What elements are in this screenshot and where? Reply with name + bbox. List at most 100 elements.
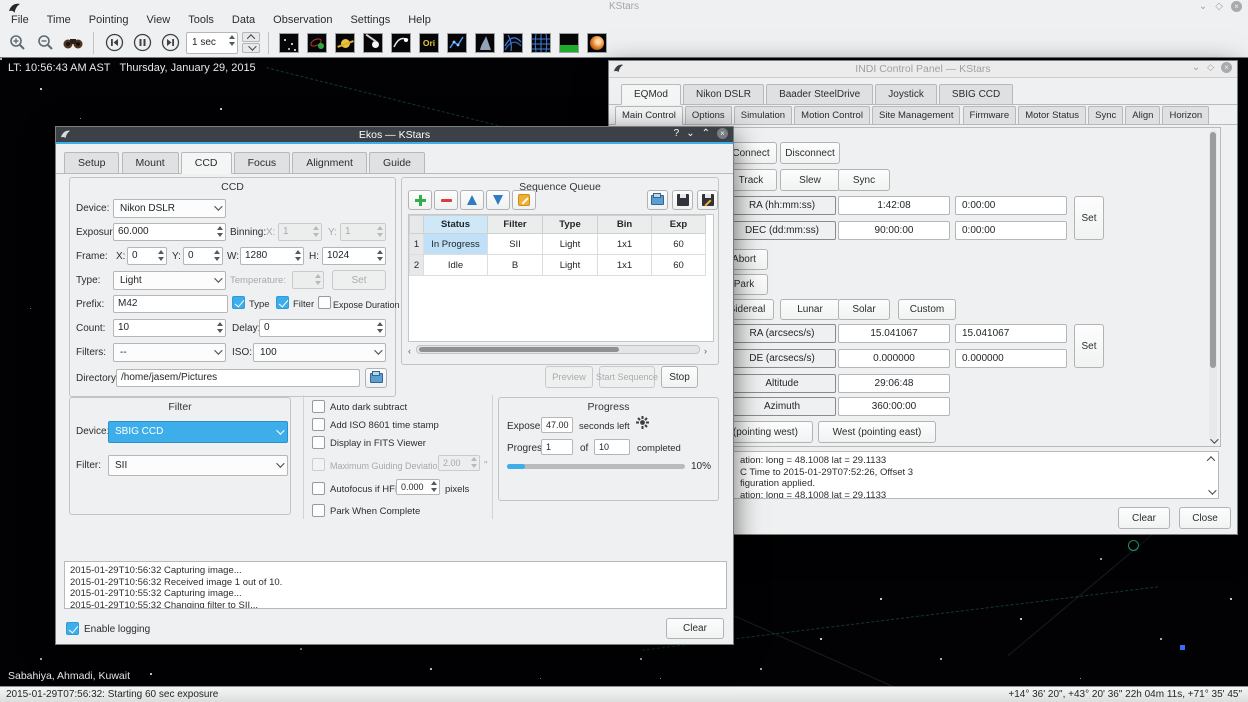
- directory-input[interactable]: /home/jasem/Pictures: [116, 369, 360, 387]
- time-pause-icon[interactable]: [130, 31, 154, 55]
- de-rate-set-field[interactable]: 0.000000: [955, 349, 1067, 368]
- filter-device-select[interactable]: SBIG CCD: [108, 421, 288, 443]
- ra-rate-set-field[interactable]: 15.041067: [955, 324, 1067, 343]
- menu-time[interactable]: Time: [38, 12, 80, 28]
- tab-guide[interactable]: Guide: [369, 152, 425, 174]
- rate-set-button[interactable]: Set: [1074, 324, 1104, 368]
- col-filter[interactable]: Filter: [488, 216, 543, 234]
- tab-motor-status[interactable]: Motor Status: [1018, 106, 1086, 125]
- col-status[interactable]: Status: [424, 216, 488, 234]
- add-job-button[interactable]: [408, 190, 432, 210]
- frame-h-input[interactable]: 1024: [322, 247, 386, 265]
- help-icon[interactable]: ?: [674, 128, 680, 139]
- table-row[interactable]: 2 Idle B Light 1x1 60: [410, 255, 713, 276]
- sequence-table[interactable]: Status Filter Type Bin Exp 1 In Progress…: [408, 214, 714, 342]
- col-type[interactable]: Type: [543, 216, 598, 234]
- menu-help[interactable]: Help: [399, 12, 440, 28]
- ekos-log-area[interactable]: 2015-01-29T10:56:32 Capturing image... 2…: [64, 561, 727, 609]
- cell-type[interactable]: Light: [543, 255, 598, 276]
- spinner-arrows[interactable]: [214, 250, 220, 261]
- park-when-complete-checkbox[interactable]: [312, 504, 325, 517]
- spinner-arrows[interactable]: [377, 322, 383, 333]
- unshade-icon[interactable]: ◇: [1207, 62, 1214, 73]
- table-row[interactable]: 1 In Progress SII Light 1x1 60: [410, 234, 713, 255]
- tab-simulation[interactable]: Simulation: [734, 106, 792, 125]
- cell-status[interactable]: In Progress: [424, 234, 488, 255]
- tab-joystick[interactable]: Joystick: [875, 84, 937, 105]
- tab-ccd[interactable]: CCD: [181, 152, 232, 174]
- col-exp[interactable]: Exp: [652, 216, 706, 234]
- toggle-deep-sky-button[interactable]: [305, 31, 329, 55]
- solar-button[interactable]: Solar: [838, 299, 890, 320]
- ekos-clear-button[interactable]: Clear: [666, 618, 724, 639]
- prefix-type-checkbox[interactable]: [232, 296, 245, 309]
- tab-sync[interactable]: Sync: [1088, 106, 1123, 125]
- prefix-filter-checkbox[interactable]: [276, 296, 289, 309]
- toggle-constellation-lines-button[interactable]: [445, 31, 469, 55]
- open-sequence-button[interactable]: [647, 190, 668, 210]
- iso8601-checkbox[interactable]: [312, 418, 325, 431]
- toggle-ground-button[interactable]: [557, 31, 581, 55]
- tab-site-management[interactable]: Site Management: [872, 106, 960, 125]
- stop-button[interactable]: Stop: [661, 366, 698, 388]
- cell-type[interactable]: Light: [543, 234, 598, 255]
- scroll-right-icon[interactable]: ›: [704, 347, 707, 356]
- move-up-button[interactable]: [460, 190, 484, 210]
- shade-icon[interactable]: ⌄: [1192, 62, 1200, 73]
- frame-x-input[interactable]: 0: [127, 247, 167, 265]
- spinner-arrows[interactable]: [295, 250, 301, 261]
- time-step-forward-icon[interactable]: [158, 31, 182, 55]
- time-step-input[interactable]: 1 sec: [186, 32, 238, 54]
- step-down-icon[interactable]: [242, 43, 260, 53]
- tab-align[interactable]: Align: [1125, 106, 1160, 125]
- fits-viewer-checkbox[interactable]: [312, 436, 325, 449]
- ra-set-field[interactable]: 0:00:00: [955, 196, 1067, 215]
- scroll-down-icon[interactable]: [1210, 435, 1218, 443]
- exposure-input[interactable]: 60.000: [113, 223, 226, 241]
- zoom-out-icon[interactable]: [33, 31, 57, 55]
- expose-duration-checkbox[interactable]: [318, 296, 331, 309]
- tab-main-control[interactable]: Main Control: [615, 106, 683, 125]
- cell-bin[interactable]: 1x1: [598, 255, 652, 276]
- prefix-input[interactable]: M42: [113, 295, 228, 313]
- cell-exp[interactable]: 60: [652, 234, 706, 255]
- menu-file[interactable]: File: [2, 12, 38, 28]
- menu-data[interactable]: Data: [223, 12, 264, 28]
- step-up-icon[interactable]: [242, 32, 260, 42]
- frame-type-select[interactable]: Light: [113, 271, 226, 290]
- close-icon[interactable]: ×: [1221, 62, 1232, 73]
- tab-focus[interactable]: Focus: [234, 152, 291, 174]
- delay-input[interactable]: 0: [259, 319, 386, 337]
- toggle-asteroids-button[interactable]: [389, 31, 413, 55]
- tab-setup[interactable]: Setup: [64, 152, 119, 174]
- zoom-in-icon[interactable]: [5, 31, 29, 55]
- indi-content-scrollbar[interactable]: [1209, 130, 1217, 442]
- menu-settings[interactable]: Settings: [341, 12, 399, 28]
- menu-view[interactable]: View: [138, 12, 180, 28]
- filters-select[interactable]: --: [113, 343, 226, 362]
- frame-y-input[interactable]: 0: [183, 247, 223, 265]
- frame-w-input[interactable]: 1280: [240, 247, 304, 265]
- maximize-icon[interactable]: ◇: [1215, 1, 1223, 12]
- remove-job-button[interactable]: [434, 190, 458, 210]
- time-step-spinner[interactable]: [229, 35, 235, 46]
- auto-dark-checkbox[interactable]: [312, 400, 325, 413]
- cell-status[interactable]: Idle: [424, 255, 488, 276]
- slew-button[interactable]: Slew: [780, 169, 840, 191]
- spinner-arrows[interactable]: [217, 322, 223, 333]
- shade-icon[interactable]: ⌄: [686, 128, 694, 139]
- indi-titlebar[interactable]: INDI Control Panel — KStars ⌄ ◇ ×: [609, 61, 1237, 78]
- lunar-button[interactable]: Lunar: [780, 299, 840, 320]
- ekos-titlebar[interactable]: Ekos — KStars ? ⌄ ⌃ ×: [56, 127, 733, 144]
- custom-button[interactable]: Custom: [898, 299, 956, 320]
- find-object-icon[interactable]: [61, 31, 85, 55]
- toggle-comets-button[interactable]: [361, 31, 385, 55]
- filter-select[interactable]: SII: [108, 455, 288, 476]
- tab-firmware[interactable]: Firmware: [963, 106, 1017, 125]
- save-sequence-as-button[interactable]: [697, 190, 718, 210]
- spinner-arrows[interactable]: [217, 226, 223, 237]
- table-hscrollbar[interactable]: [416, 345, 700, 354]
- cell-exp[interactable]: 60: [652, 255, 706, 276]
- coords-set-button[interactable]: Set: [1074, 196, 1104, 240]
- tab-mount[interactable]: Mount: [122, 152, 179, 174]
